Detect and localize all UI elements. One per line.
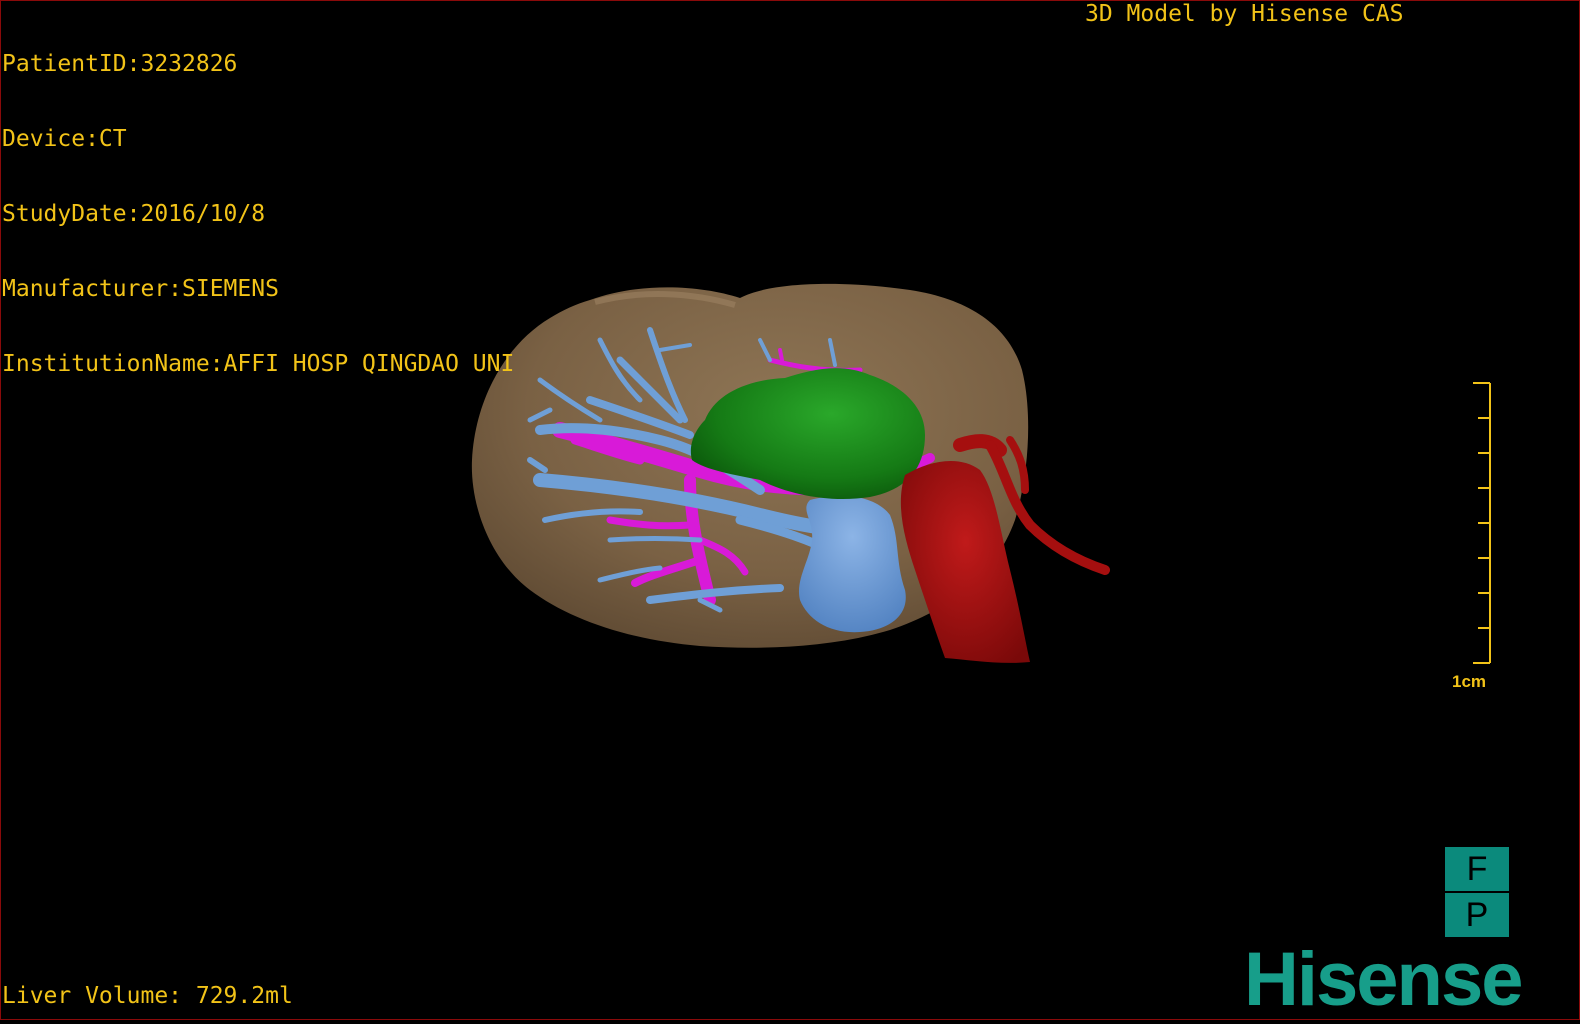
scale-label: 1cm: [1452, 672, 1487, 691]
manufacturer: Manufacturer:SIEMENS: [2, 276, 279, 302]
study-date: StudyDate:2016/10/8: [2, 201, 266, 227]
orientation-indicator[interactable]: F P: [1445, 847, 1509, 937]
model-credit: 3D Model by Hisense CAS: [1085, 1, 1404, 27]
dicom-info-panel: PatientID:3232826 Device:CT StudyDate:20…: [2, 2, 514, 402]
orientation-top: F: [1445, 847, 1509, 891]
patient-id: PatientID:3232826: [2, 51, 238, 77]
scale-bar-icon: [1473, 382, 1491, 664]
institution-name: InstitutionName:AFFI HOSP QINGDAO UNI: [2, 351, 515, 377]
orientation-bottom: P: [1445, 893, 1509, 937]
brand-logo: Hisense: [1244, 937, 1523, 1022]
inferior-vena-cava: [798, 495, 906, 633]
artery: [900, 434, 1110, 663]
liver-volume: Liver Volume: 729.2ml: [2, 983, 293, 1009]
device: Device:CT: [2, 126, 127, 152]
